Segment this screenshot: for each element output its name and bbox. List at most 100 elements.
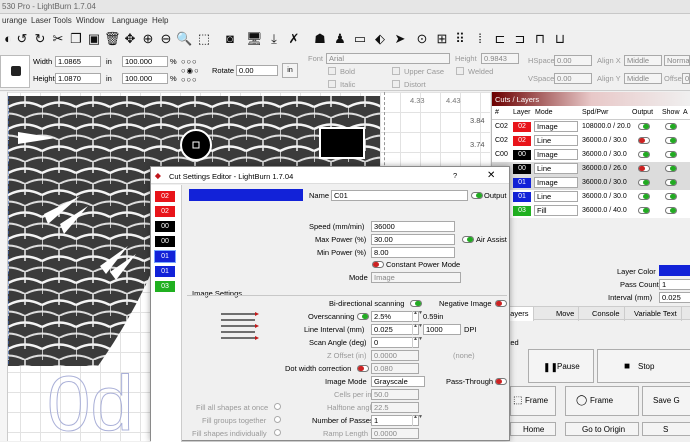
width-input[interactable]: 1.0865	[55, 56, 101, 67]
halftone-input[interactable]: 22.5	[371, 402, 419, 413]
cut-row[interactable]: C02 02 Line 36000.0 / 30.0	[492, 134, 690, 148]
anchor-grid-bottom-icon[interactable]: ○○○	[181, 75, 198, 84]
save-gcode-button[interactable]: Save G	[642, 386, 690, 416]
cut-row[interactable]: 00 Line 36000.0 / 26.0	[492, 162, 690, 176]
cut-show-toggle[interactable]	[665, 165, 677, 172]
align-top-icon[interactable]: ⊓	[532, 31, 548, 47]
name-input[interactable]: C01	[331, 190, 468, 201]
cut-mode-select[interactable]: Image	[534, 149, 578, 160]
layer-button[interactable]: 01	[155, 266, 175, 277]
speed-input[interactable]: 36000	[371, 221, 455, 232]
select-icon[interactable]: ⬖	[372, 31, 388, 47]
cut-row[interactable]: 03 Fill 36000.0 / 40.0	[492, 204, 690, 218]
air-assist-toggle[interactable]	[462, 236, 474, 243]
cut-icon[interactable]: ✂	[50, 31, 66, 47]
cut-output-toggle[interactable]	[638, 193, 650, 200]
zoom-out-icon[interactable]: 🔍	[176, 31, 192, 47]
tab-variable-text[interactable]: Variable Text	[630, 307, 682, 321]
rotate-input[interactable]: 0.00	[236, 65, 278, 76]
pass-count-input[interactable]: 1	[659, 279, 690, 290]
cut-row[interactable]: C02 02 Image 108000.0 / 20.0	[492, 120, 690, 134]
menu-laser-tools[interactable]: Laser Tools	[31, 16, 72, 25]
alignx-select[interactable]: Middle	[624, 55, 662, 66]
pause-button[interactable]: ❚❚ Pause	[528, 349, 594, 383]
align-left-icon[interactable]: ⊏	[492, 31, 508, 47]
help-button[interactable]: ?	[453, 171, 457, 180]
scale-h-input[interactable]: 100.000	[122, 73, 168, 84]
welded-checkbox[interactable]	[456, 67, 464, 75]
zoom-icon[interactable]: ⊖	[158, 31, 174, 47]
bold-checkbox[interactable]	[328, 67, 336, 75]
image-mode-select[interactable]: Grayscale	[371, 376, 425, 387]
output-toggle[interactable]	[471, 192, 483, 199]
constant-power-toggle[interactable]	[372, 261, 384, 268]
cut-mode-select[interactable]: Fill	[534, 205, 578, 216]
dist-icon[interactable]: ⁞	[472, 31, 488, 47]
normal-select[interactable]: Norma	[664, 55, 690, 66]
mode-select[interactable]: Image	[371, 272, 461, 283]
dot-width-toggle[interactable]	[357, 365, 369, 372]
cut-show-toggle[interactable]	[665, 151, 677, 158]
passes-spin-icon[interactable]: ▲▼	[412, 415, 423, 426]
copy-icon[interactable]: ❐	[68, 31, 84, 47]
negative-toggle[interactable]	[495, 300, 507, 307]
cut-output-toggle[interactable]	[638, 165, 650, 172]
offset-input[interactable]: 0	[682, 73, 690, 84]
font-height-input[interactable]: 0.9843	[481, 53, 519, 64]
cut-mode-select[interactable]: Image	[534, 121, 578, 132]
s-button[interactable]: S	[642, 422, 690, 436]
cut-row[interactable]: 01 Line 36000.0 / 30.0	[492, 190, 690, 204]
italic-checkbox[interactable]	[328, 80, 336, 88]
frame-button-2[interactable]: ◯ Frame	[565, 386, 639, 416]
tab-console[interactable]: Console	[588, 307, 625, 321]
layer-button[interactable]: 00	[155, 236, 175, 247]
overscan-toggle[interactable]	[357, 313, 369, 320]
interval-input[interactable]: 0.025	[659, 292, 690, 303]
distort-checkbox[interactable]	[392, 80, 400, 88]
cut-output-toggle[interactable]	[638, 151, 650, 158]
overscan-spin-icon[interactable]: ▲▼	[412, 311, 423, 322]
lock-icon[interactable]	[0, 55, 30, 88]
layer-color-swatch[interactable]	[659, 265, 690, 276]
cut-output-toggle[interactable]	[638, 207, 650, 214]
frame-select-icon[interactable]: ⬚	[196, 31, 212, 47]
scan-spin-icon[interactable]: ▲▼	[412, 337, 423, 348]
menu-arrange[interactable]: urange	[2, 16, 27, 25]
height-input[interactable]: 1.0870	[55, 73, 101, 84]
cut-output-toggle[interactable]	[638, 123, 650, 130]
fill-groups-radio[interactable]	[274, 416, 281, 423]
layer-button[interactable]: 02	[155, 206, 175, 217]
user-icon[interactable]: ♟	[332, 31, 348, 47]
dpi-input[interactable]: 1000	[423, 324, 461, 335]
hspace-input[interactable]: 0.00	[554, 55, 592, 66]
z-offset-input[interactable]: 0.0000	[371, 350, 419, 361]
anchor-grid-icon[interactable]: ○○○	[181, 57, 198, 66]
anchor-grid-mid-icon[interactable]: ○◉○	[181, 66, 200, 75]
cut-show-toggle[interactable]	[665, 193, 677, 200]
cut-output-toggle[interactable]	[638, 179, 650, 186]
font-select[interactable]: Arial	[326, 53, 450, 64]
array-icon[interactable]: ⠿	[452, 31, 468, 47]
cut-row[interactable]: C00 00 Image 36000.0 / 30.0	[492, 148, 690, 162]
bidir-toggle[interactable]	[410, 300, 422, 307]
align-bottom-icon[interactable]: ⊔	[552, 31, 568, 47]
layer-button[interactable]: 00	[155, 221, 175, 232]
cut-show-toggle[interactable]	[665, 123, 677, 130]
tab-move[interactable]: Move	[552, 307, 580, 321]
scale-w-input[interactable]: 100.000	[122, 56, 168, 67]
tools-icon[interactable]: ✗	[286, 31, 302, 47]
cut-mode-select[interactable]: Line	[534, 191, 578, 202]
cells-input[interactable]: 50.0	[371, 389, 419, 400]
redo-icon[interactable]: ↻	[32, 31, 48, 47]
home-button[interactable]: Home	[510, 422, 556, 436]
cut-show-toggle[interactable]	[665, 179, 677, 186]
upper-case-checkbox[interactable]	[392, 67, 400, 75]
min-power-input[interactable]: 8.00	[371, 247, 455, 258]
vspace-input[interactable]: 0.00	[554, 73, 592, 84]
layer-button[interactable]: 01	[154, 250, 176, 263]
group-icon[interactable]: ☗	[312, 31, 328, 47]
menu-help[interactable]: Help	[152, 16, 168, 25]
menu-window[interactable]: Window	[76, 16, 104, 25]
layer-button[interactable]: 03	[155, 281, 175, 292]
stop-button[interactable]: ■ Stop	[597, 349, 690, 383]
